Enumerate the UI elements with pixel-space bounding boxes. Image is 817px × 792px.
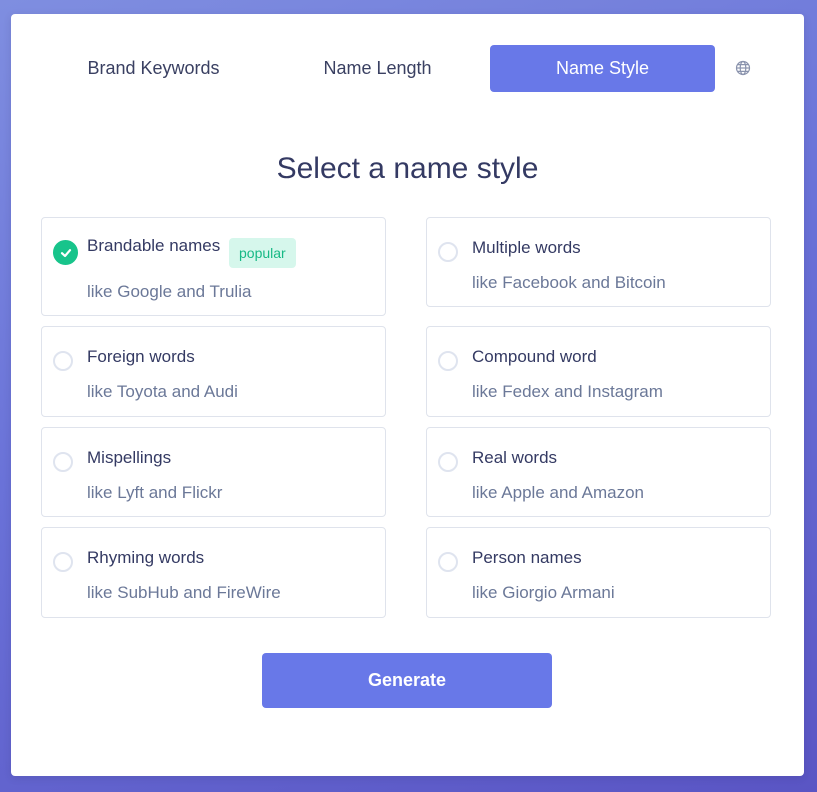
option-title: Rhyming words <box>87 548 205 567</box>
option-brandable-names[interactable]: Brandable names popular like Google and … <box>41 217 386 316</box>
option-example: like Toyota and Audi <box>87 382 238 401</box>
option-real-words[interactable]: Real words like Apple and Amazon <box>426 427 771 517</box>
option-title: Brandable names <box>87 236 221 255</box>
radio-icon <box>438 351 458 371</box>
name-generator-card: Brand Keywords Name Length Name Style Se… <box>11 14 804 776</box>
step-tabs: Brand Keywords Name Length Name Style <box>11 14 804 124</box>
option-example: like Facebook and Bitcoin <box>472 273 666 292</box>
option-person-names[interactable]: Person names like Giorgio Armani <box>426 527 771 618</box>
check-circle-icon <box>53 240 78 265</box>
option-title: Foreign words <box>87 347 195 366</box>
option-title: Real words <box>472 448 558 467</box>
option-example: like Apple and Amazon <box>472 483 645 502</box>
option-mispellings[interactable]: Mispellings like Lyft and Flickr <box>41 427 386 517</box>
popular-badge: popular <box>229 238 296 268</box>
option-example: like Giorgio Armani <box>472 583 615 602</box>
option-title: Compound word <box>472 347 597 366</box>
globe-icon[interactable] <box>734 59 752 77</box>
option-example: like Lyft and Flickr <box>87 483 223 502</box>
page-title: Select a name style <box>276 152 539 185</box>
radio-icon <box>438 452 458 472</box>
tab-name-style[interactable]: Name Style <box>490 45 715 92</box>
radio-icon <box>53 552 73 572</box>
generate-button[interactable]: Generate <box>262 653 552 708</box>
option-title: Multiple words <box>472 238 581 257</box>
option-rhyming-words[interactable]: Rhyming words like SubHub and FireWire <box>41 527 386 618</box>
radio-icon <box>438 242 458 262</box>
tab-name-length[interactable]: Name Length <box>265 45 490 92</box>
radio-icon <box>53 452 73 472</box>
radio-icon <box>53 351 73 371</box>
option-example: like Fedex and Instagram <box>472 382 663 401</box>
option-example: like SubHub and FireWire <box>87 583 281 602</box>
option-multiple-words[interactable]: Multiple words like Facebook and Bitcoin <box>426 217 771 307</box>
radio-icon <box>438 552 458 572</box>
tab-brand-keywords[interactable]: Brand Keywords <box>41 45 266 92</box>
option-title: Mispellings <box>87 448 172 467</box>
option-title: Person names <box>472 548 582 567</box>
option-foreign-words[interactable]: Foreign words like Toyota and Audi <box>41 326 386 417</box>
option-compound-word[interactable]: Compound word like Fedex and Instagram <box>426 326 771 417</box>
option-example: like Google and Trulia <box>87 282 252 301</box>
